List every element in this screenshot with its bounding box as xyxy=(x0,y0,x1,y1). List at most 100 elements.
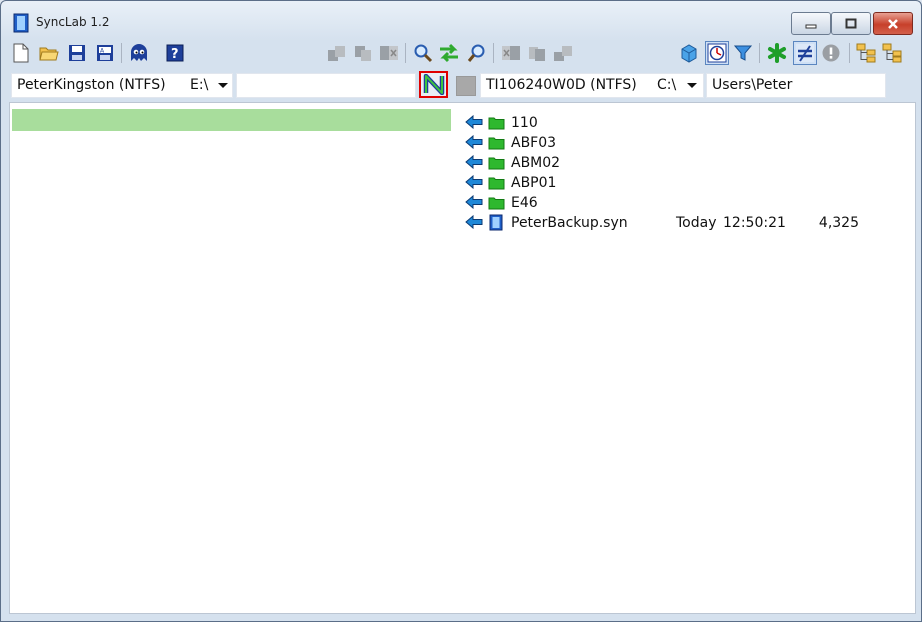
help-icon: ? xyxy=(166,44,184,62)
exclamation-icon xyxy=(822,44,840,62)
copy-right-button[interactable] xyxy=(525,41,549,65)
window-title: SyncLab 1.2 xyxy=(36,15,110,29)
list-item[interactable]: ABM02 xyxy=(455,153,915,173)
toolbar: A ? xyxy=(9,40,914,68)
folder-icon xyxy=(488,137,505,150)
path-bar: PeterKingston (NTFS) E:\ TI106240W0D (NT… xyxy=(9,71,914,99)
list-item[interactable]: 110 xyxy=(455,113,915,133)
delete-left-button[interactable] xyxy=(377,41,401,65)
save-as-icon: A xyxy=(97,45,113,61)
time-filter-button[interactable] xyxy=(705,41,729,65)
copy-left-button[interactable] xyxy=(325,41,349,65)
arrow-left-icon[interactable] xyxy=(465,195,483,209)
tree-collapse-icon xyxy=(882,43,902,63)
tree-expand-icon xyxy=(856,43,876,63)
delete-right-icon xyxy=(502,46,520,60)
expand-tree-button[interactable] xyxy=(855,41,879,65)
list-item[interactable]: ABF03 xyxy=(455,133,915,153)
folder-icon xyxy=(488,177,505,190)
list-item[interactable]: PeterBackup.syn Today 12:50:21 4,325 xyxy=(455,213,915,233)
toolbar-separator xyxy=(849,43,850,63)
arrow-left-icon[interactable] xyxy=(465,155,483,169)
file-name: ABM02 xyxy=(511,155,561,171)
file-name: E46 xyxy=(511,195,538,211)
asterisk-icon xyxy=(768,43,786,63)
title-bar[interactable]: SyncLab 1.2 xyxy=(1,1,921,37)
file-size: 4,325 xyxy=(818,215,859,231)
selected-row[interactable] xyxy=(12,109,451,131)
folder-icon xyxy=(488,197,505,210)
right-drive-label: C:\ xyxy=(657,77,677,93)
sync-icon xyxy=(423,74,444,95)
app-window: SyncLab 1.2 A ? PeterKingston (NTFS) E:\… xyxy=(0,0,922,622)
left-volume-select[interactable]: PeterKingston (NTFS) E:\ xyxy=(11,73,233,98)
toolbar-separator xyxy=(759,43,760,63)
left-file-pane[interactable] xyxy=(10,103,451,613)
compare-button[interactable] xyxy=(437,41,461,65)
maximize-button[interactable] xyxy=(831,12,871,35)
synclab-app-icon xyxy=(13,13,29,33)
ghost-icon xyxy=(131,44,147,61)
arrow-left-icon[interactable] xyxy=(465,115,483,129)
file-date: Today xyxy=(676,215,717,231)
right-volume-select[interactable]: TI106240W0D (NTFS) C:\ xyxy=(480,73,704,98)
copy-left-icon xyxy=(328,46,345,61)
right-path-value: Users\Peter xyxy=(712,77,793,93)
delete-left-icon xyxy=(380,46,398,60)
filter-button[interactable] xyxy=(731,41,755,65)
copy-button[interactable] xyxy=(351,41,375,65)
delete-right-button[interactable] xyxy=(499,41,523,65)
left-drive-label: E:\ xyxy=(190,77,209,93)
close-button[interactable] xyxy=(873,12,913,35)
svg-text:?: ? xyxy=(171,47,179,62)
move-right-icon xyxy=(554,46,572,61)
sync-button[interactable] xyxy=(419,71,448,98)
move-right-button[interactable] xyxy=(551,41,575,65)
find-next-button[interactable] xyxy=(465,41,489,65)
close-icon xyxy=(888,18,898,29)
file-name: ABP01 xyxy=(511,175,557,191)
warning-filter-button[interactable] xyxy=(819,41,843,65)
help-button[interactable]: ? xyxy=(163,41,187,65)
right-path-input[interactable]: Users\Peter xyxy=(706,73,886,98)
swap-arrows-icon xyxy=(440,43,458,63)
not-equal-icon xyxy=(796,44,814,62)
copy-icon xyxy=(355,46,371,61)
magnifier-icon xyxy=(467,44,485,62)
arrow-left-icon[interactable] xyxy=(465,215,483,229)
arrow-left-icon[interactable] xyxy=(465,135,483,149)
collapse-tree-button[interactable] xyxy=(881,41,905,65)
toolbar-separator xyxy=(493,43,494,63)
chevron-down-icon[interactable] xyxy=(218,83,228,88)
copy-right-icon xyxy=(529,47,545,61)
save-as-button[interactable]: A xyxy=(93,41,117,65)
clock-icon xyxy=(707,43,727,63)
save-button[interactable] xyxy=(65,41,89,65)
stop-button[interactable] xyxy=(456,76,476,96)
minimize-button[interactable] xyxy=(791,12,831,35)
left-path-input[interactable] xyxy=(236,73,416,98)
chevron-down-icon[interactable] xyxy=(687,83,697,88)
new-button[interactable] xyxy=(9,41,33,65)
list-item[interactable]: ABP01 xyxy=(455,173,915,193)
file-time: 12:50:21 xyxy=(723,215,786,231)
right-volume-label: TI106240W0D (NTFS) xyxy=(486,77,637,93)
toolbar-separator xyxy=(405,43,406,63)
file-name: PeterBackup.syn xyxy=(511,215,628,231)
synclab-file-icon xyxy=(489,214,503,231)
folder-icon xyxy=(488,117,505,130)
folder-icon xyxy=(488,157,505,170)
left-volume-label: PeterKingston (NTFS) xyxy=(17,77,166,93)
save-icon xyxy=(69,45,85,61)
asterisk-filter-button[interactable] xyxy=(765,41,789,65)
new-document-icon xyxy=(13,43,29,63)
arrow-left-icon[interactable] xyxy=(465,175,483,189)
file-panes: 110 ABF03 ABM02 ABP01 E46 PeterBackup.sy… xyxy=(9,102,916,614)
find-button[interactable] xyxy=(411,41,435,65)
open-button[interactable] xyxy=(37,41,61,65)
view-3d-button[interactable] xyxy=(677,41,701,65)
list-item[interactable]: E46 xyxy=(455,193,915,213)
right-file-pane[interactable]: 110 ABF03 ABM02 ABP01 E46 PeterBackup.sy… xyxy=(455,103,915,613)
ghost-button[interactable] xyxy=(127,41,151,65)
not-equal-filter-button[interactable] xyxy=(793,41,817,65)
